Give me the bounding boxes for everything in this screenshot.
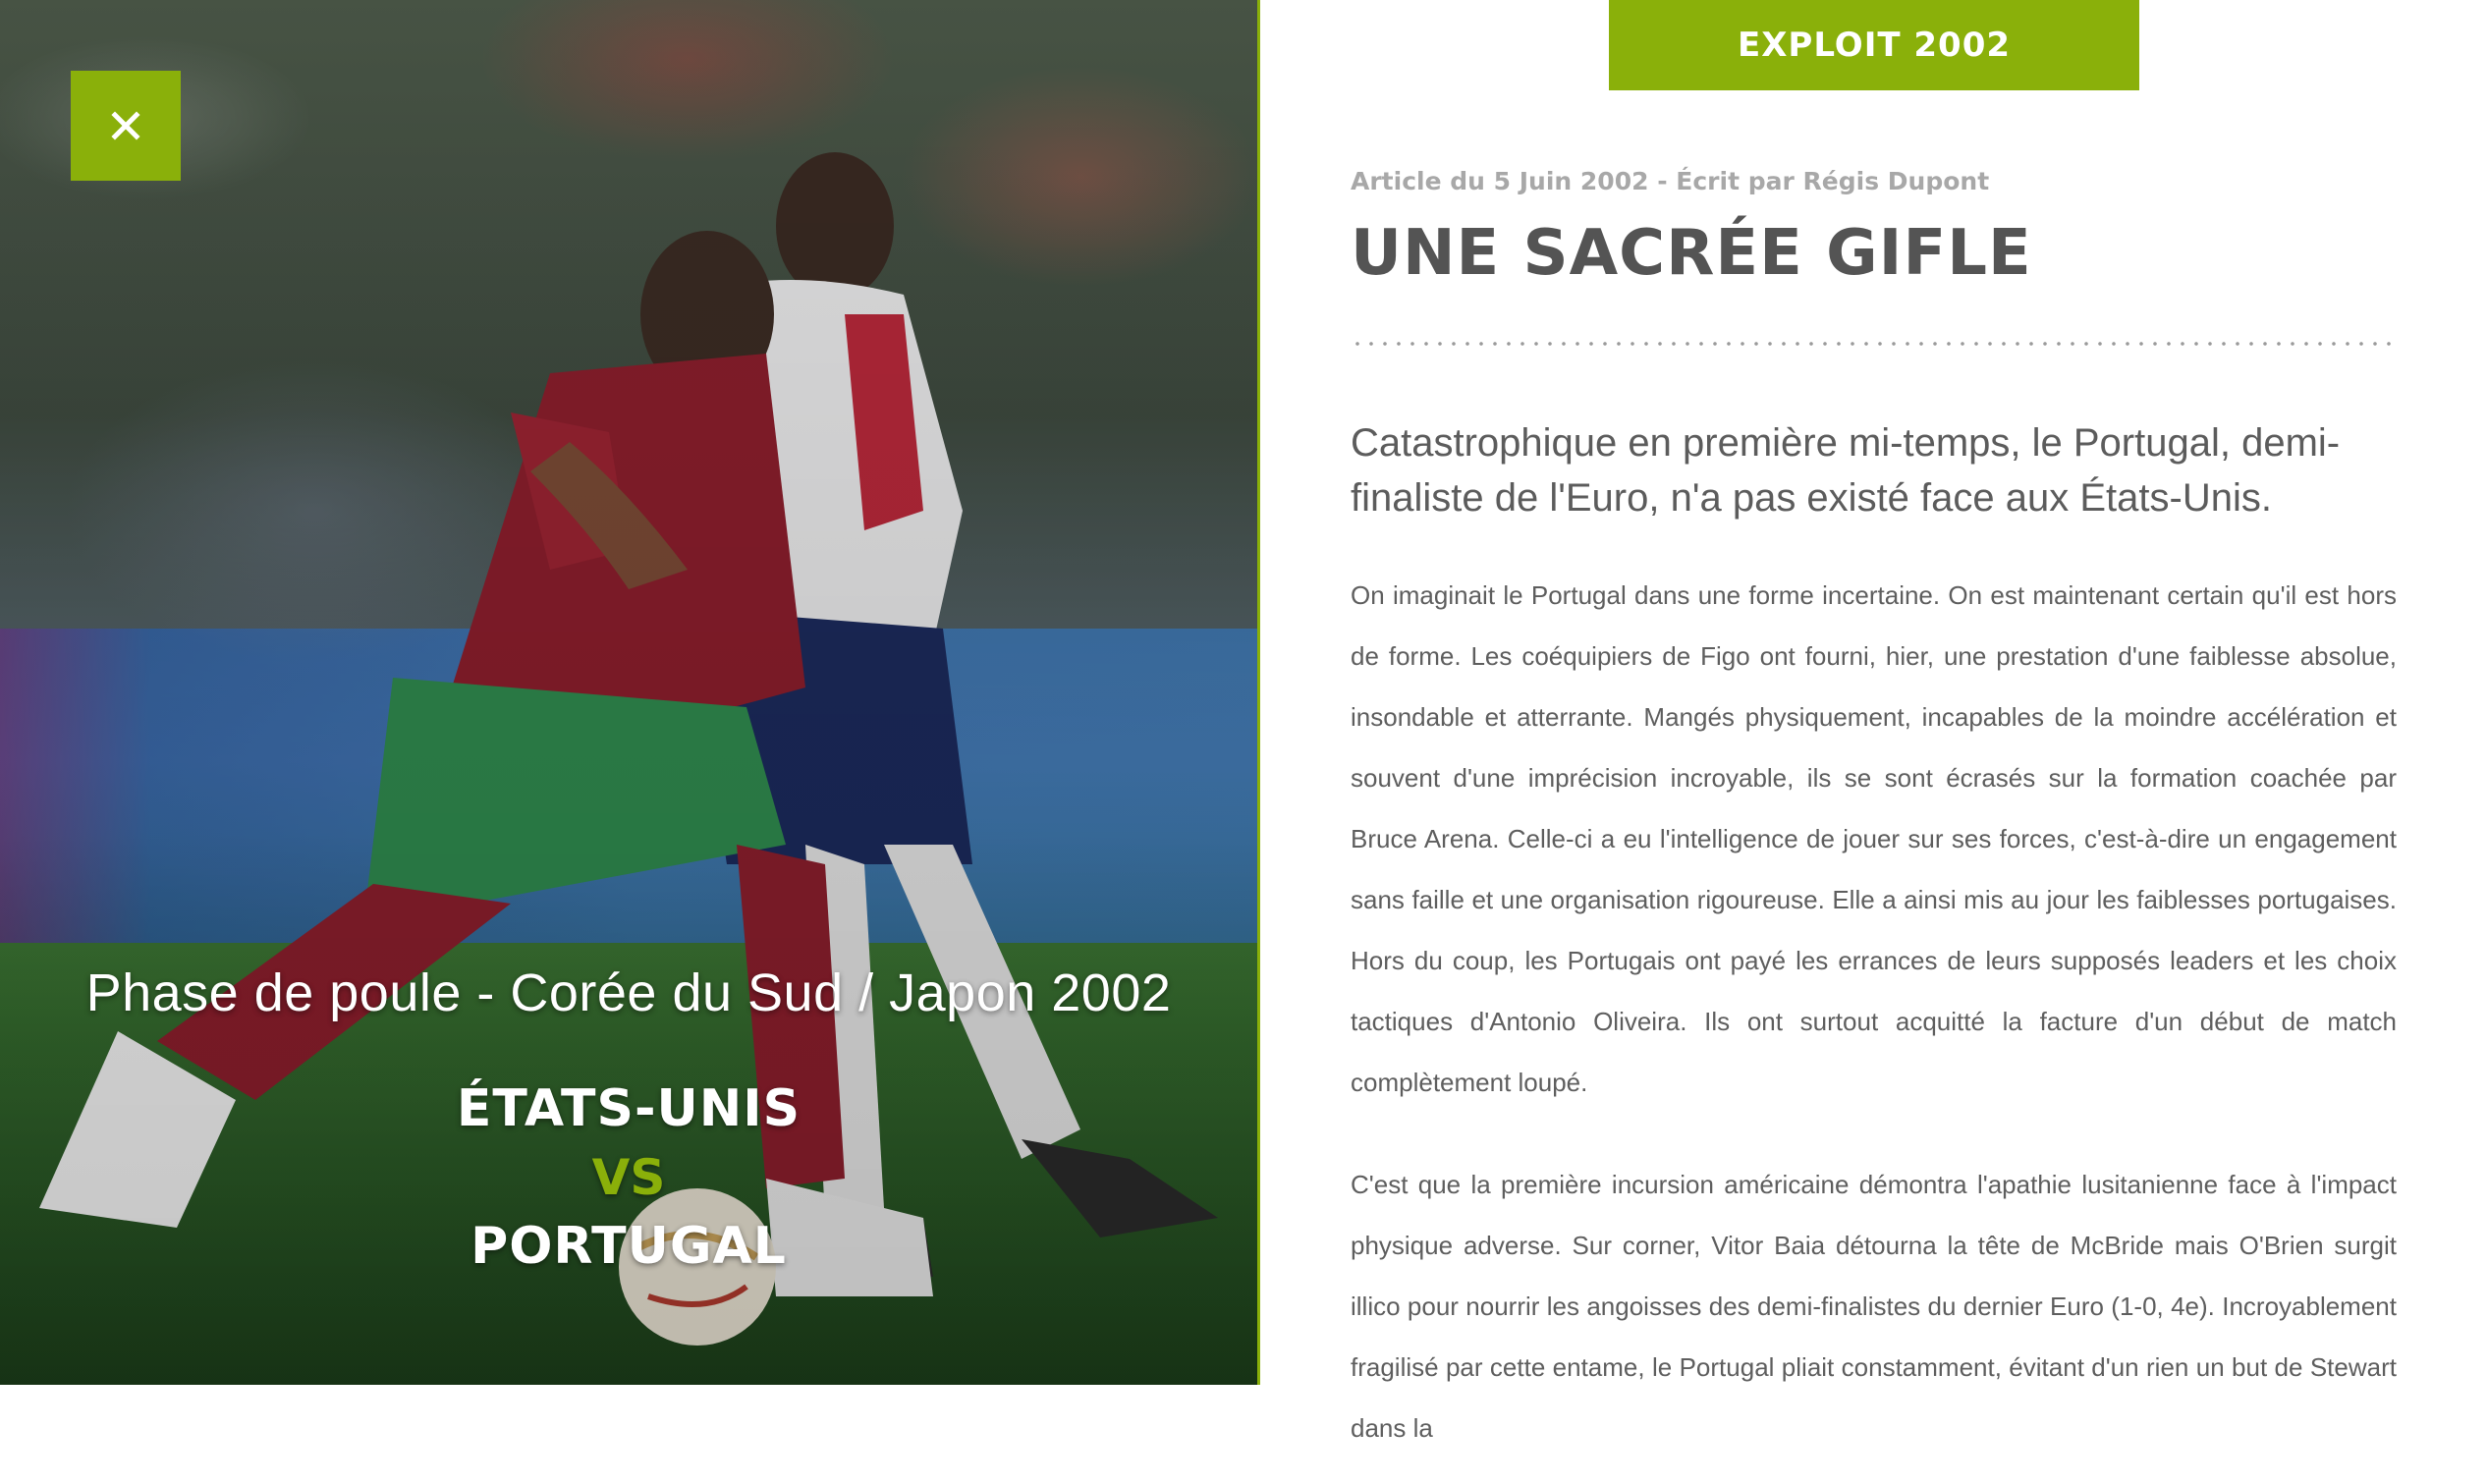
article-paragraph: On imaginait le Portugal dans une forme … bbox=[1351, 580, 2397, 1097]
team-away: PORTUGAL bbox=[470, 1217, 787, 1276]
match-info: Phase de poule - Corée du Sud / Japon 20… bbox=[0, 962, 1257, 1281]
article-title: UNE SACRÉE GIFLE bbox=[1351, 217, 2032, 290]
article: Article du 5 Juin 2002 - Écrit par Régis… bbox=[1351, 167, 2397, 1484]
category-badge: EXPLOIT 2002 bbox=[1609, 0, 2139, 90]
article-paragraph: C'est que la première incursion américai… bbox=[1351, 1170, 2397, 1443]
match-phase: Phase de poule - Corée du Sud / Japon 20… bbox=[85, 963, 1172, 1022]
team-home: ÉTATS-UNIS bbox=[456, 1079, 801, 1138]
dotted-separator bbox=[1351, 341, 2397, 347]
article-meta: Article du 5 Juin 2002 - Écrit par Régis… bbox=[1351, 167, 1990, 195]
article-lead: Catastrophique en première mi-temps, le … bbox=[1351, 421, 2341, 520]
close-button[interactable] bbox=[71, 71, 181, 181]
article-panel[interactable]: EXPLOIT 2002 Article du 5 Juin 2002 - Éc… bbox=[1260, 0, 2487, 1443]
versus-label: VS bbox=[591, 1149, 666, 1206]
hero-photo-panel: Phase de poule - Corée du Sud / Japon 20… bbox=[0, 0, 1257, 1385]
close-icon bbox=[111, 111, 140, 140]
